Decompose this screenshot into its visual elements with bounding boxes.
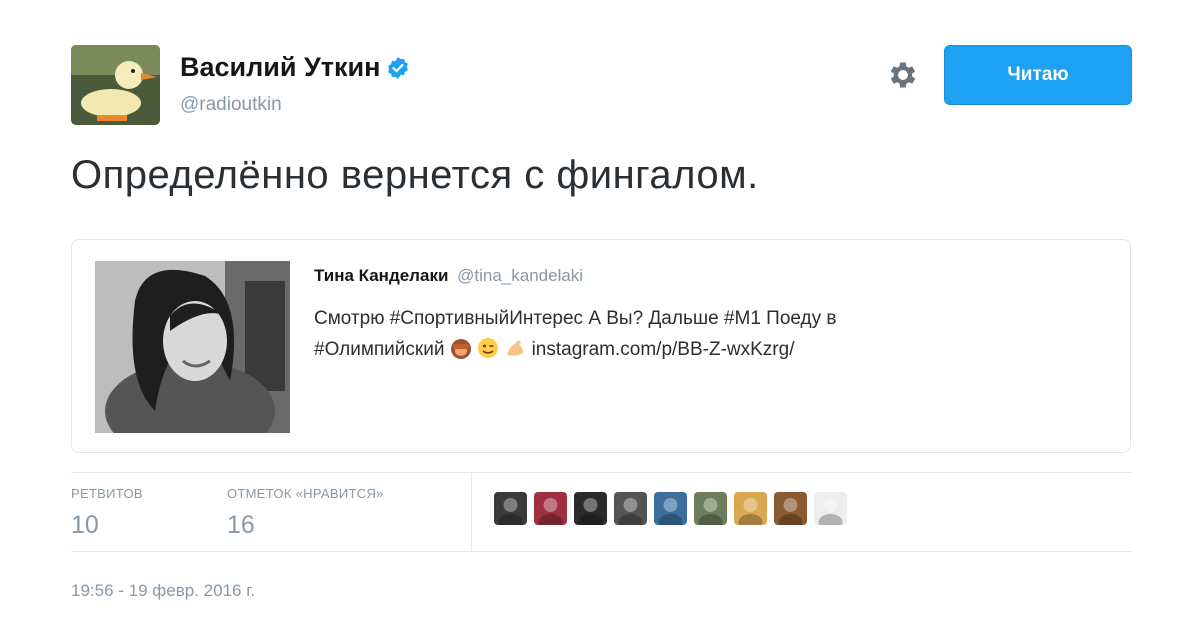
hashtag-olympic[interactable]: #Олимпийский	[314, 339, 444, 360]
quoted-author-handle: @tina_kandelaki	[457, 266, 584, 285]
liker-avatar[interactable]	[814, 492, 847, 525]
liker-avatar[interactable]	[494, 492, 527, 525]
liker-avatar[interactable]	[734, 492, 767, 525]
retweets-label: РЕТВИТОВ	[71, 486, 143, 501]
likes-stat[interactable]: ОТМЕТОК «НРАВИТСЯ» 16	[227, 486, 384, 540]
quoted-tweet-line2: #Олимпийский instagram.com/p/BB-Z-wxKzrg…	[314, 334, 1104, 365]
quoted-tweet-photo[interactable]	[95, 261, 290, 433]
follow-button[interactable]: Читаю	[944, 45, 1132, 105]
stats-vertical-divider	[471, 473, 472, 551]
retweets-stat[interactable]: РЕТВИТОВ 10	[71, 486, 143, 540]
flexed-biceps-icon	[507, 340, 524, 356]
author-name-text: Василий Уткин	[180, 52, 381, 82]
liker-avatar[interactable]	[694, 492, 727, 525]
verified-badge-icon	[388, 56, 409, 79]
instagram-link[interactable]: instagram.com/p/BB-Z-wxKzrg/	[532, 339, 795, 360]
author-avatar[interactable]	[71, 45, 160, 125]
retweets-count: 10	[71, 511, 99, 539]
gear-icon[interactable]	[886, 58, 920, 92]
stats-divider-bottom	[71, 551, 1131, 552]
see-no-evil-monkey-icon	[450, 339, 471, 359]
tweet-text: Определённо вернется с фингалом.	[71, 153, 759, 197]
winking-face-icon	[478, 338, 499, 358]
liker-avatar[interactable]	[654, 492, 687, 525]
tweet-timestamp[interactable]: 19:56 - 19 февр. 2016 г.	[71, 581, 255, 601]
liker-avatar[interactable]	[614, 492, 647, 525]
quoted-tweet-card[interactable]: Тина Канделаки @tina_kandelaki Смотрю #С…	[71, 239, 1131, 453]
quoted-tweet-header: Тина Канделаки @tina_kandelaki	[314, 266, 583, 286]
likes-count: 16	[227, 511, 255, 539]
quoted-tweet-line1: Смотрю #СпортивныйИнтерес А Вы? Дальше #…	[314, 308, 837, 329]
duckling-avatar-image	[71, 45, 160, 125]
liker-avatar[interactable]	[774, 492, 807, 525]
liker-avatar[interactable]	[574, 492, 607, 525]
quoted-tweet-text: Смотрю #СпортивныйИнтерес А Вы? Дальше #…	[314, 303, 1104, 365]
likes-label: ОТМЕТОК «НРАВИТСЯ»	[227, 486, 384, 501]
author-handle[interactable]: @radioutkin	[180, 94, 282, 116]
quoted-author-name: Тина Канделаки	[314, 266, 449, 285]
stats-divider-top	[71, 472, 1131, 473]
liker-avatar[interactable]	[534, 492, 567, 525]
author-name[interactable]: Василий Уткин	[180, 52, 410, 83]
likers-avatars	[494, 492, 847, 525]
